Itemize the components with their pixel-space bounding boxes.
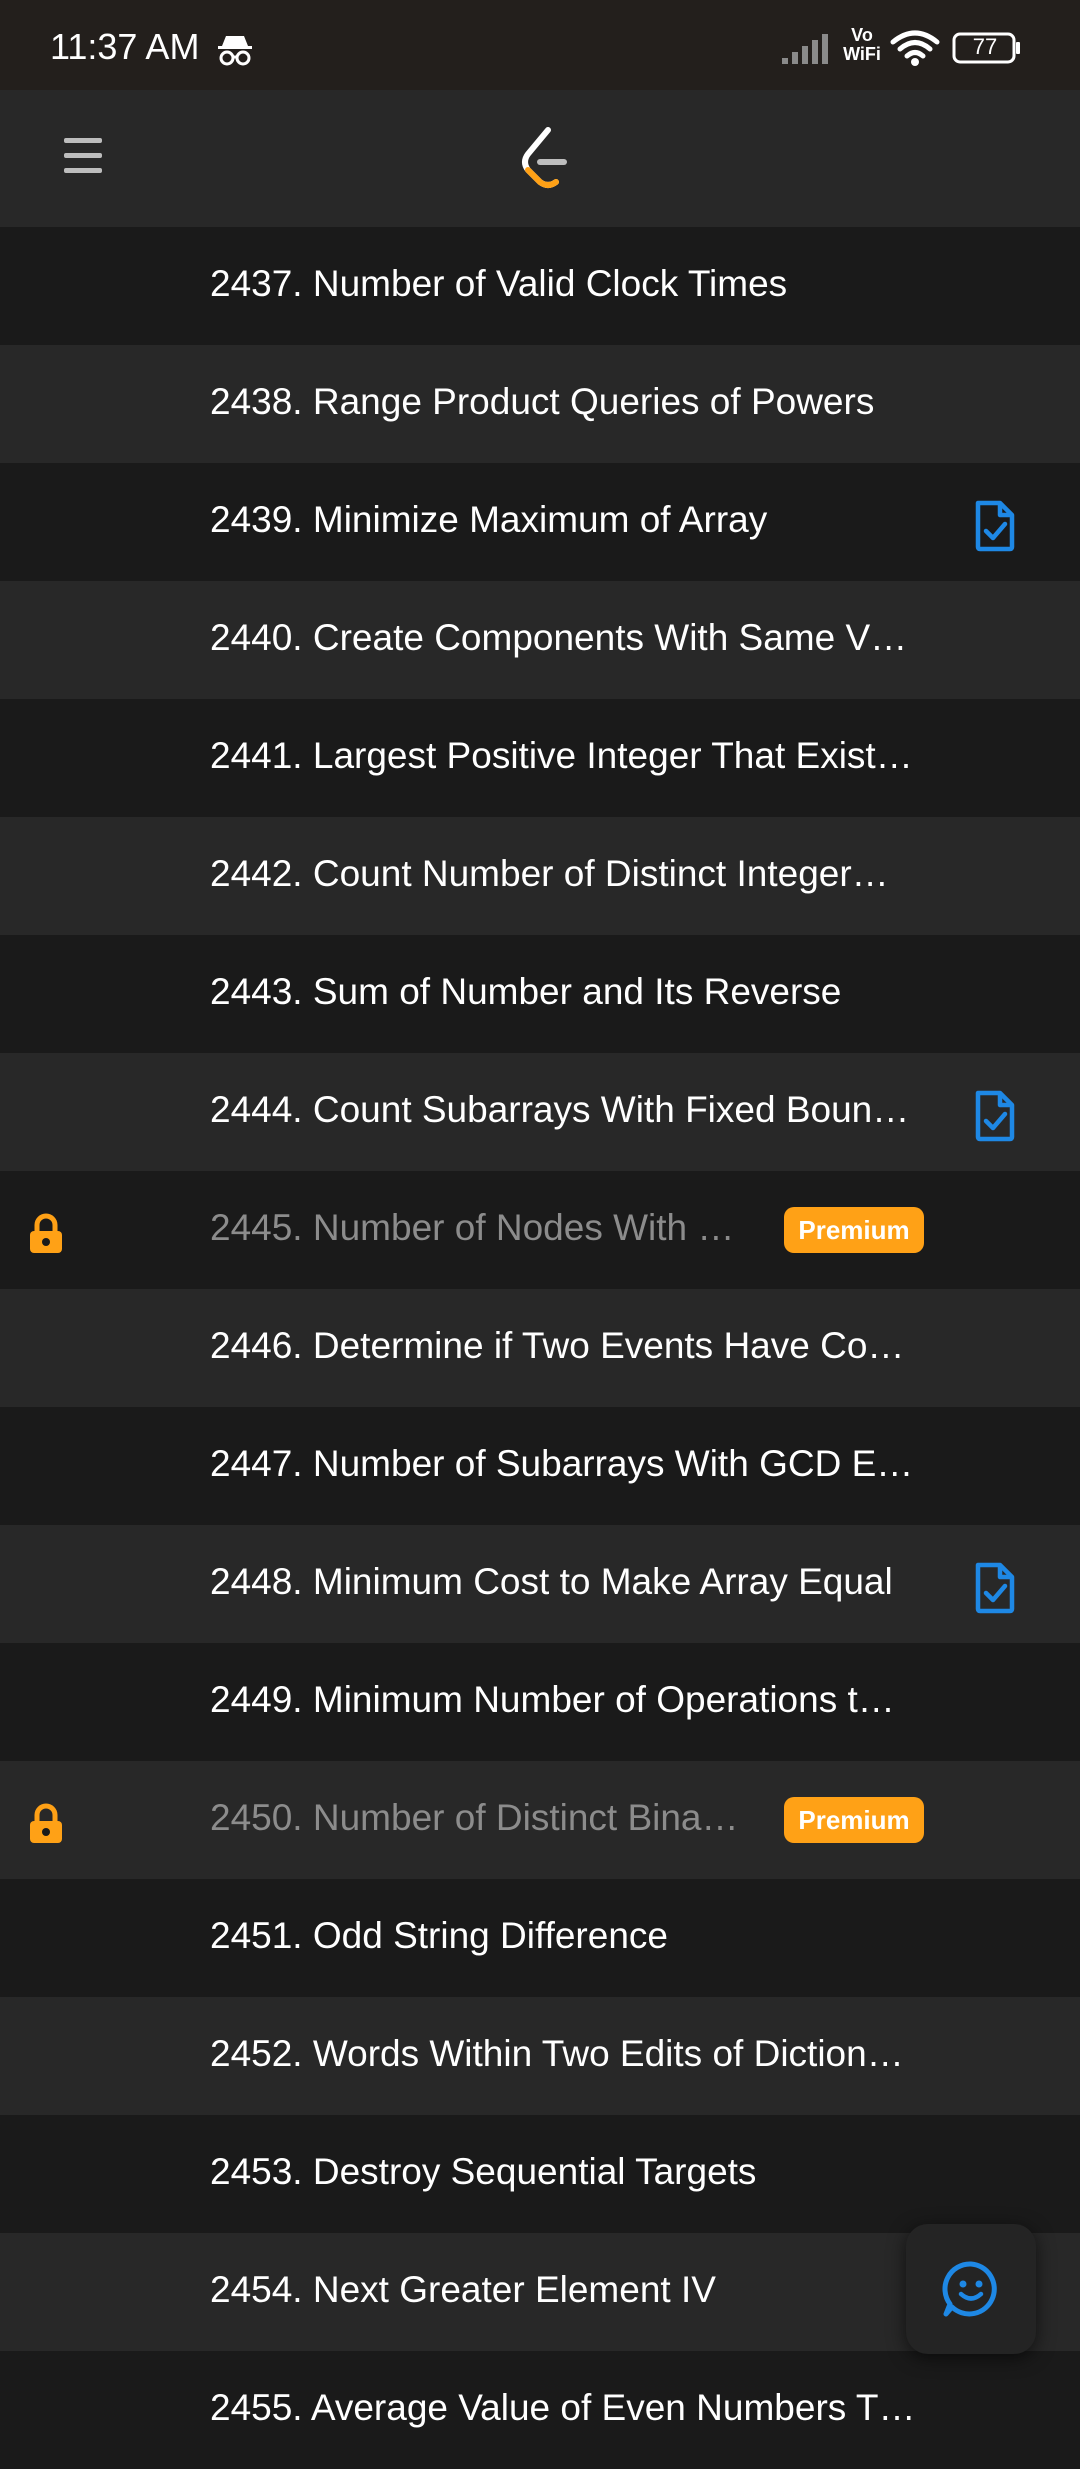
problem-row[interactable]: 2443. Sum of Number and Its Reverse: [0, 935, 1080, 1053]
app-header: [0, 90, 1080, 227]
lock-icon: [30, 1803, 62, 1843]
wifi-icon: [890, 30, 940, 66]
solution-doc-icon[interactable]: [972, 1089, 1018, 1143]
problem-title: 2453. Destroy Sequential Targets: [210, 2151, 757, 2192]
problem-title: 2455. Average Value of Even Numbers T…: [210, 2387, 916, 2428]
premium-badge: Premium: [784, 1797, 924, 1843]
smiley-chat-icon: [942, 2261, 997, 2317]
problem-title: 2443. Sum of Number and Its Reverse: [210, 971, 842, 1012]
problem-title: 2448. Minimum Cost to Make Array Equal: [210, 1561, 893, 1602]
problem-row[interactable]: 2455. Average Value of Even Numbers T…: [0, 2351, 1080, 2469]
problem-row[interactable]: 2442. Count Number of Distinct Integer…: [0, 817, 1080, 935]
problem-title: 2444. Count Subarrays With Fixed Boun…: [210, 1089, 910, 1130]
problem-row[interactable]: 2439. Minimize Maximum of Array: [0, 463, 1080, 581]
problem-row[interactable]: 2448. Minimum Cost to Make Array Equal: [0, 1525, 1080, 1643]
problem-title: 2437. Number of Valid Clock Times: [210, 263, 788, 304]
status-time: 11:37 AM: [50, 26, 200, 67]
problem-title: 2441. Largest Positive Integer That Exis…: [210, 735, 913, 776]
problem-row[interactable]: 2441. Largest Positive Integer That Exis…: [0, 699, 1080, 817]
problem-row[interactable]: 2450. Number of Distinct Bina… Premium: [0, 1761, 1080, 1879]
problem-title: 2449. Minimum Number of Operations t…: [210, 1679, 895, 1720]
problem-row[interactable]: 2437. Number of Valid Clock Times: [0, 227, 1080, 345]
vowifi-line1: Vo: [851, 25, 873, 45]
signal-icon: [782, 34, 828, 64]
problem-list: 2437. Number of Valid Clock Times 2438. R…: [0, 227, 1080, 2469]
solution-doc-icon[interactable]: [972, 499, 1018, 553]
feedback-button[interactable]: [906, 2224, 1036, 2354]
problem-title: 2454. Next Greater Element IV: [210, 2269, 716, 2310]
problem-title: 2446. Determine if Two Events Have Co…: [210, 1325, 905, 1366]
status-bar: 11:37 AM Vo WiFi 77: [0, 0, 1080, 90]
incognito-icon: [218, 36, 252, 66]
vowifi-line2: WiFi: [843, 44, 881, 64]
problem-title: 2438. Range Product Queries of Powers: [210, 381, 875, 422]
problem-title: 2452. Words Within Two Edits of Diction…: [210, 2033, 904, 2074]
problem-row[interactable]: 2451. Odd String Difference: [0, 1879, 1080, 1997]
problem-row[interactable]: 2453. Destroy Sequential Targets: [0, 2115, 1080, 2233]
premium-badge: Premium: [784, 1207, 924, 1253]
problem-row[interactable]: 2445. Number of Nodes With … Premium: [0, 1171, 1080, 1289]
problem-row[interactable]: 2447. Number of Subarrays With GCD E…: [0, 1407, 1080, 1525]
menu-icon[interactable]: [64, 138, 104, 178]
problem-row[interactable]: 2444. Count Subarrays With Fixed Boun…: [0, 1053, 1080, 1171]
problem-row[interactable]: 2446. Determine if Two Events Have Co…: [0, 1289, 1080, 1407]
problem-title: 2447. Number of Subarrays With GCD E…: [210, 1443, 914, 1484]
problem-row[interactable]: 2440. Create Components With Same V…: [0, 581, 1080, 699]
problem-title: 2440. Create Components With Same V…: [210, 617, 908, 658]
vowifi-indicator: Vo WiFi: [840, 26, 884, 64]
solution-doc-icon[interactable]: [972, 1561, 1018, 1615]
battery-level: 77: [972, 34, 998, 59]
problem-row[interactable]: 2449. Minimum Number of Operations t…: [0, 1643, 1080, 1761]
leetcode-logo-icon: [522, 127, 567, 188]
problem-title: 2451. Odd String Difference: [210, 1915, 668, 1956]
problem-title: 2450. Number of Distinct Bina…: [210, 1797, 739, 1838]
problem-row[interactable]: 2438. Range Product Queries of Powers: [0, 345, 1080, 463]
problem-title: 2445. Number of Nodes With …: [210, 1207, 735, 1248]
problem-title: 2439. Minimize Maximum of Array: [210, 499, 768, 540]
problem-row[interactable]: 2452. Words Within Two Edits of Diction…: [0, 1997, 1080, 2115]
problem-title: 2442. Count Number of Distinct Integer…: [210, 853, 889, 894]
lock-icon: [30, 1213, 62, 1253]
